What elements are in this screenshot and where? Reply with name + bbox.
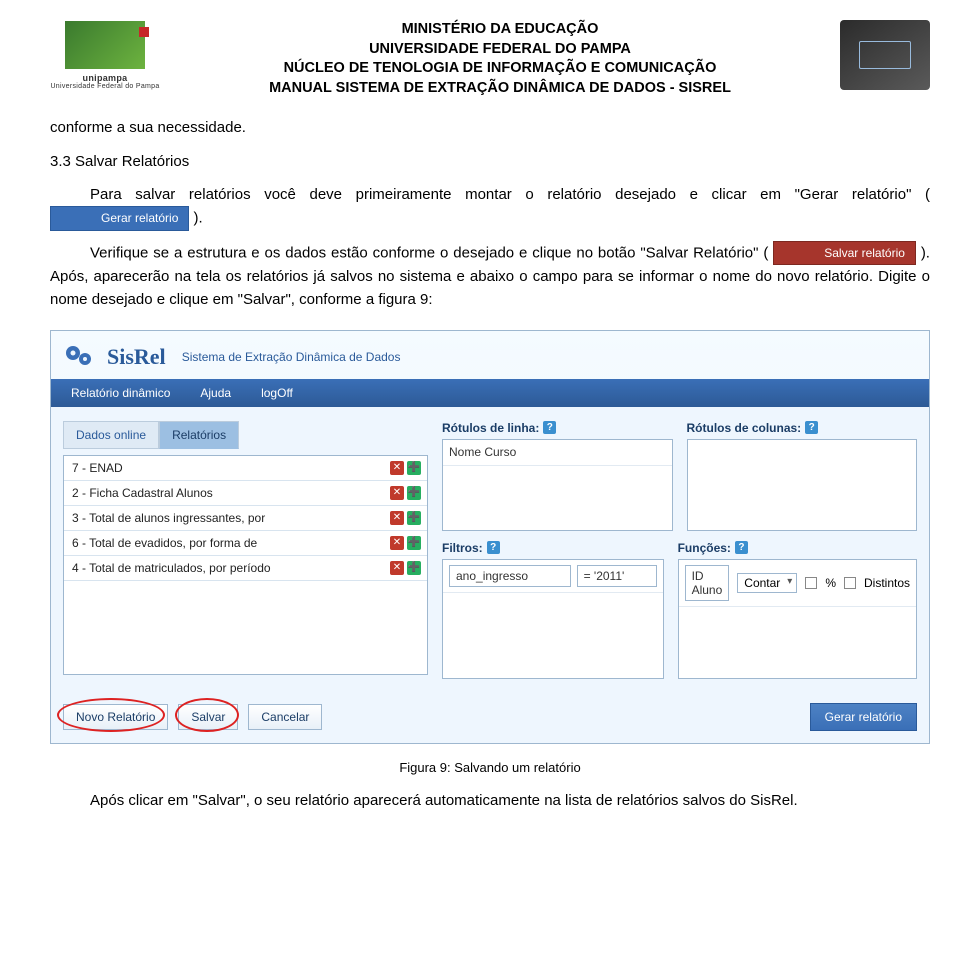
list-item[interactable]: 6 - Total de evadidos, por forma de ✕ ➕ [64, 531, 427, 556]
filters-label: Filtros: ? [442, 541, 664, 555]
header-line-4: MANUAL SISTEMA DE EXTRAÇÃO DINÂMICA DE D… [170, 79, 830, 99]
unipampa-logo-caption: unipampa Universidade Federal do Pampa [50, 73, 159, 90]
right-panel: Rótulos de linha: ? Nome Curso Rótulos d… [442, 421, 917, 679]
add-icon[interactable]: ➕ [407, 486, 421, 500]
report-label: 3 - Total de alunos ingressantes, por [64, 506, 390, 530]
list-item[interactable]: 7 - ENAD ✕ ➕ [64, 456, 427, 481]
distinct-label: Distintos [864, 576, 910, 590]
delete-icon[interactable]: ✕ [390, 536, 404, 550]
distinct-checkbox[interactable] [844, 577, 856, 589]
left-panel: Dados online Relatórios 7 - ENAD ✕ ➕ [63, 421, 428, 679]
paragraph-1-a: Para salvar relatórios você deve primeir… [90, 186, 930, 203]
help-icon[interactable]: ? [735, 541, 748, 554]
add-icon[interactable]: ➕ [407, 461, 421, 475]
delete-icon[interactable]: ✕ [390, 511, 404, 525]
report-label: 6 - Total de evadidos, por forma de [64, 531, 390, 555]
document-body: conforme a sua necessidade. 3.3 Salvar R… [50, 116, 930, 311]
delete-icon[interactable]: ✕ [390, 561, 404, 575]
gerar-relatorio-inline-button: Gerar relatório [50, 206, 189, 231]
functions-box[interactable]: ID Aluno Contar % Distintos [678, 559, 917, 679]
pct-label: % [825, 576, 836, 590]
section-heading-3-3: 3.3 Salvar Relatórios [50, 150, 930, 173]
header-line-1: MINISTÉRIO DA EDUCAÇÃO [170, 20, 830, 40]
paragraph-3: Após clicar em "Salvar", o seu relatório… [50, 789, 930, 812]
row-field-item[interactable]: Nome Curso [443, 440, 672, 466]
pct-checkbox[interactable] [805, 577, 817, 589]
document-header: unipampa Universidade Federal do Pampa M… [50, 20, 930, 98]
cancelar-button[interactable]: Cancelar [248, 704, 322, 730]
help-icon[interactable]: ? [805, 421, 818, 434]
salvar-relatorio-inline-button: Salvar relatório [773, 241, 916, 266]
figure-caption: Figura 9: Salvando um relatório [50, 760, 930, 775]
saved-reports-list[interactable]: 7 - ENAD ✕ ➕ 2 - Ficha Cadastral Alunos … [63, 455, 428, 675]
menu-relatorio-dinamico[interactable]: Relatório dinâmico [59, 379, 182, 407]
menu-ajuda[interactable]: Ajuda [188, 379, 243, 407]
paragraph-2-a: Verifique se a estrutura e os dados estã… [90, 244, 768, 261]
app-titlebar: SisRel Sistema de Extração Dinâmica de D… [51, 331, 929, 379]
ntic-logo [840, 20, 930, 90]
app-logo-icon [61, 339, 97, 375]
cols-box[interactable] [687, 439, 918, 531]
app-body: Dados online Relatórios 7 - ENAD ✕ ➕ [51, 407, 929, 693]
figure-9: SisRel Sistema de Extração Dinâmica de D… [50, 330, 930, 775]
delete-icon[interactable]: ✕ [390, 461, 404, 475]
left-tabs: Dados online Relatórios [63, 421, 428, 449]
help-icon[interactable]: ? [543, 421, 556, 434]
help-icon[interactable]: ? [487, 541, 500, 554]
filters-box[interactable]: ano_ingresso = '2011' [442, 559, 664, 679]
add-icon[interactable]: ➕ [407, 511, 421, 525]
funcs-label: Funções: ? [678, 541, 917, 555]
app-subtitle: Sistema de Extração Dinâmica de Dados [182, 350, 401, 364]
report-label: 4 - Total de matriculados, por período [64, 556, 390, 580]
salvar-button[interactable]: Salvar [178, 704, 238, 730]
func-agg-dropdown[interactable]: Contar [737, 573, 797, 593]
list-item[interactable]: 4 - Total de matriculados, por período ✕… [64, 556, 427, 581]
cols-label: Rótulos de colunas: ? [687, 421, 918, 435]
add-icon[interactable]: ➕ [407, 561, 421, 575]
tab-dados-online[interactable]: Dados online [63, 421, 159, 449]
header-title-block: MINISTÉRIO DA EDUCAÇÃO UNIVERSIDADE FEDE… [170, 20, 830, 98]
rows-box[interactable]: Nome Curso [442, 439, 673, 531]
tab-relatorios[interactable]: Relatórios [159, 421, 239, 449]
list-item[interactable]: 3 - Total de alunos ingressantes, por ✕ … [64, 506, 427, 531]
filter-op[interactable]: = '2011' [577, 565, 657, 587]
function-line[interactable]: ID Aluno Contar % Distintos [679, 560, 916, 607]
sisrel-app-window: SisRel Sistema de Extração Dinâmica de D… [50, 330, 930, 744]
menu-logoff[interactable]: logOff [249, 379, 305, 407]
func-field[interactable]: ID Aluno [685, 565, 730, 601]
report-label: 2 - Ficha Cadastral Alunos [64, 481, 390, 505]
paragraph-2: Verifique se a estrutura e os dados estã… [50, 241, 930, 312]
list-item[interactable]: 2 - Ficha Cadastral Alunos ✕ ➕ [64, 481, 427, 506]
paragraph-1-b: ). [194, 209, 203, 226]
report-label: 7 - ENAD [64, 456, 390, 480]
closing-paragraph-wrap: Após clicar em "Salvar", o seu relatório… [50, 789, 930, 812]
novo-relatorio-button[interactable]: Novo Relatório [63, 704, 168, 730]
delete-icon[interactable]: ✕ [390, 486, 404, 500]
unipampa-logo-mark [65, 21, 145, 69]
app-footer-bar: Novo Relatório Salvar Cancelar Gerar rel… [51, 693, 929, 743]
paragraph-1: Para salvar relatórios você deve primeir… [50, 183, 930, 231]
app-menu-bar: Relatório dinâmico Ajuda logOff [51, 379, 929, 407]
header-line-2: UNIVERSIDADE FEDERAL DO PAMPA [170, 40, 830, 60]
app-title: SisRel [107, 344, 166, 370]
gerar-relatorio-button[interactable]: Gerar relatório [810, 703, 917, 731]
unipampa-logo: unipampa Universidade Federal do Pampa [50, 20, 160, 90]
paragraph-continuation: conforme a sua necessidade. [50, 116, 930, 139]
header-line-3: NÚCLEO DE TENOLOGIA DE INFORMAÇÃO E COMU… [170, 59, 830, 79]
filter-line[interactable]: ano_ingresso = '2011' [443, 560, 663, 593]
add-icon[interactable]: ➕ [407, 536, 421, 550]
filter-field[interactable]: ano_ingresso [449, 565, 571, 587]
rows-label: Rótulos de linha: ? [442, 421, 673, 435]
